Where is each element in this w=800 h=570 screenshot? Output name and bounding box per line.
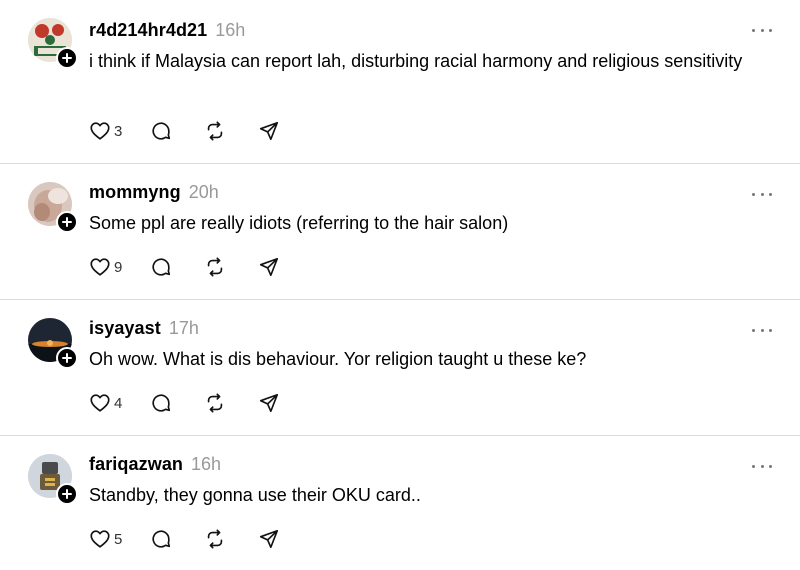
reply-post: fariqazwan 16h Standby, they gonna use t… bbox=[0, 436, 800, 570]
repost-icon bbox=[207, 393, 223, 413]
heart-icon bbox=[90, 394, 110, 412]
heart-icon bbox=[90, 258, 110, 276]
more-icon-dot bbox=[760, 328, 764, 332]
repost-button[interactable] bbox=[204, 118, 226, 144]
more-icon-dot bbox=[769, 328, 772, 332]
action-bar: 9 bbox=[89, 254, 280, 280]
like-count: 3 bbox=[114, 122, 123, 140]
timestamp: 17h bbox=[168, 318, 199, 338]
reply-post: r4d214hr4d21 16h i think if Malaysia can… bbox=[0, 0, 800, 164]
like-count: 5 bbox=[114, 530, 123, 548]
action-bar: 4 bbox=[89, 390, 280, 416]
more-options-button[interactable] bbox=[752, 461, 772, 471]
post-header: fariqazwan 16h bbox=[89, 454, 221, 476]
more-icon-dot bbox=[752, 464, 755, 468]
post-text: Some ppl are really idiots (referring to… bbox=[89, 213, 509, 233]
more-icon-dot bbox=[752, 28, 755, 32]
send-icon bbox=[259, 257, 279, 277]
more-icon-dot bbox=[769, 28, 772, 32]
action-bar: 3 bbox=[89, 118, 280, 144]
more-icon-dot bbox=[760, 464, 764, 468]
post-header: mommyng 20h bbox=[89, 182, 219, 204]
repost-icon bbox=[207, 121, 223, 141]
follow-button[interactable] bbox=[56, 483, 78, 505]
avatar-container[interactable] bbox=[28, 454, 78, 505]
avatar-container[interactable] bbox=[28, 18, 78, 69]
like-count: 9 bbox=[114, 258, 123, 276]
repost-icon bbox=[207, 529, 223, 549]
more-icon-dot bbox=[760, 192, 764, 196]
reply-button[interactable] bbox=[150, 526, 172, 552]
like-button[interactable]: 4 bbox=[89, 390, 144, 416]
more-icon-dot bbox=[769, 464, 772, 468]
more-icon-dot bbox=[760, 28, 764, 32]
plus-icon bbox=[62, 53, 72, 63]
reply-button[interactable] bbox=[150, 118, 172, 144]
reply-post: isyayast 17h Oh wow. What is dis behavio… bbox=[0, 300, 800, 436]
more-icon-dot bbox=[752, 192, 755, 196]
more-options-button[interactable] bbox=[752, 325, 772, 335]
post-text: i think if Malaysia can report lah, dist… bbox=[89, 51, 743, 71]
comment-icon bbox=[152, 258, 171, 276]
heart-icon bbox=[90, 530, 110, 548]
comment-icon bbox=[152, 530, 171, 548]
heart-icon bbox=[90, 122, 110, 140]
avatar-container[interactable] bbox=[28, 182, 78, 233]
like-count: 4 bbox=[114, 394, 123, 412]
post-text: Standby, they gonna use their OKU card.. bbox=[89, 485, 421, 505]
more-options-button[interactable] bbox=[752, 189, 772, 199]
plus-icon bbox=[62, 353, 72, 363]
follow-button[interactable] bbox=[56, 211, 78, 233]
timestamp: 20h bbox=[188, 182, 219, 202]
more-icon-dot bbox=[752, 328, 755, 332]
reply-button[interactable] bbox=[150, 254, 172, 280]
share-button[interactable] bbox=[258, 118, 280, 144]
avatar-container[interactable] bbox=[28, 318, 78, 369]
share-button[interactable] bbox=[258, 526, 280, 552]
username[interactable]: fariqazwan bbox=[89, 454, 183, 475]
post-header: isyayast 17h bbox=[89, 318, 199, 340]
repost-button[interactable] bbox=[204, 254, 226, 280]
share-button[interactable] bbox=[258, 254, 280, 280]
like-button[interactable]: 3 bbox=[89, 118, 144, 144]
comment-icon bbox=[152, 122, 171, 140]
send-icon bbox=[259, 393, 279, 413]
plus-icon bbox=[62, 489, 72, 499]
username[interactable]: mommyng bbox=[89, 182, 181, 203]
repost-button[interactable] bbox=[204, 526, 226, 552]
post-text: Oh wow. What is dis behaviour. Yor relig… bbox=[89, 349, 587, 369]
repost-button[interactable] bbox=[204, 390, 226, 416]
follow-button[interactable] bbox=[56, 47, 78, 69]
send-icon bbox=[259, 121, 279, 141]
reply-feed: r4d214hr4d21 16h i think if Malaysia can… bbox=[0, 0, 800, 570]
timestamp: 16h bbox=[215, 20, 246, 40]
more-icon-dot bbox=[769, 192, 772, 196]
username[interactable]: isyayast bbox=[89, 318, 161, 339]
send-icon bbox=[259, 529, 279, 549]
more-options-button[interactable] bbox=[752, 25, 772, 35]
share-button[interactable] bbox=[258, 390, 280, 416]
timestamp: 16h bbox=[191, 454, 222, 474]
like-button[interactable]: 9 bbox=[89, 254, 144, 280]
username[interactable]: r4d214hr4d21 bbox=[89, 20, 207, 41]
repost-icon bbox=[207, 257, 223, 277]
reply-button[interactable] bbox=[150, 390, 172, 416]
follow-button[interactable] bbox=[56, 347, 78, 369]
post-header: r4d214hr4d21 16h bbox=[89, 20, 245, 42]
comment-icon bbox=[152, 394, 171, 412]
like-button[interactable]: 5 bbox=[89, 526, 144, 552]
action-bar: 5 bbox=[89, 526, 280, 552]
plus-icon bbox=[62, 217, 72, 227]
reply-post: mommyng 20h Some ppl are really idiots (… bbox=[0, 164, 800, 300]
